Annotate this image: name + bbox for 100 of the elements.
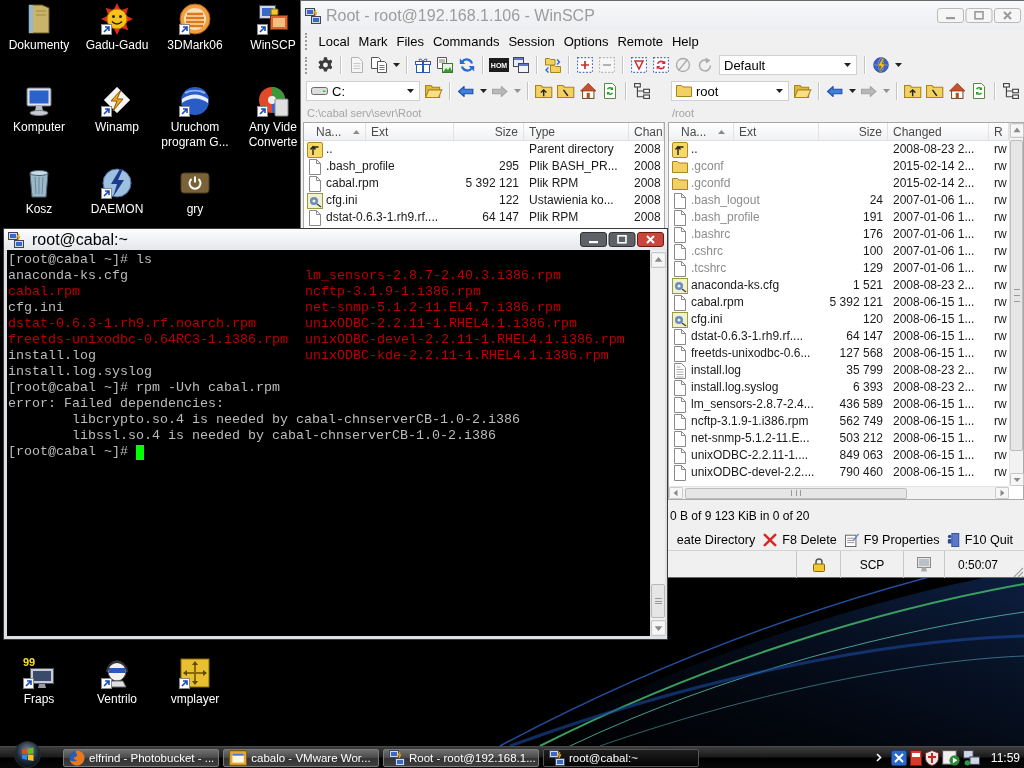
file-name[interactable]: .gconf bbox=[691, 158, 724, 175]
chevron-icon[interactable] bbox=[875, 753, 882, 762]
function-key-button[interactable]: F10 Quit bbox=[947, 533, 1013, 547]
caret-icon[interactable] bbox=[848, 89, 856, 93]
scroll-up-button[interactable] bbox=[1010, 123, 1024, 138]
scroll-right-button[interactable] bbox=[995, 487, 1009, 499]
file-name[interactable]: unixODBC-devel-2.2.... bbox=[691, 464, 815, 481]
file-name[interactable]: .bash_profile bbox=[691, 209, 760, 226]
menu-item[interactable]: Commands bbox=[428, 33, 504, 49]
function-key-button[interactable]: F9 Properties bbox=[844, 533, 940, 547]
file-name[interactable]: lm_sensors-2.8.7-2.4... bbox=[691, 396, 814, 413]
column-header[interactable]: Ext bbox=[366, 123, 454, 140]
file-name[interactable]: .. bbox=[326, 141, 333, 158]
desktop-shortcut[interactable]: gry bbox=[179, 167, 211, 217]
house-icon[interactable] bbox=[948, 83, 966, 99]
scroll-left-button[interactable] bbox=[669, 487, 683, 499]
caret-icon[interactable] bbox=[894, 63, 902, 67]
file-name[interactable]: install.log bbox=[691, 362, 742, 379]
taskbar-button[interactable]: cabalo - VMware Wor... bbox=[223, 748, 379, 767]
function-key-button[interactable]: eate Directory bbox=[676, 533, 756, 547]
gift-box-icon[interactable] bbox=[415, 57, 431, 73]
menu-item[interactable]: Mark bbox=[354, 33, 392, 49]
scroll-down-button[interactable] bbox=[651, 620, 666, 636]
desktop-shortcut[interactable]: 99 Fraps bbox=[23, 657, 55, 707]
scroll-down-button[interactable] bbox=[1010, 473, 1024, 486]
close-button[interactable] bbox=[637, 232, 664, 247]
menu-item[interactable]: Local bbox=[314, 33, 355, 49]
column-header[interactable]: Changed bbox=[888, 123, 989, 140]
vertical-scrollbar[interactable] bbox=[1009, 123, 1023, 486]
taskbar-button[interactable]: elfrind - Photobucket - ... bbox=[63, 748, 219, 767]
shield-icon[interactable] bbox=[924, 749, 939, 766]
folder-slash-icon[interactable] bbox=[557, 84, 575, 98]
taskbar-button[interactable]: root@cabal:~ bbox=[543, 748, 699, 767]
dropdown[interactable]: root bbox=[671, 81, 789, 101]
menu-item[interactable]: Remote bbox=[612, 33, 668, 49]
folder-open-icon[interactable] bbox=[794, 84, 812, 98]
desktop-shortcut[interactable]: Ventrilo bbox=[97, 657, 137, 707]
column-header[interactable]: Na... bbox=[304, 123, 366, 140]
menu-item[interactable]: Files bbox=[391, 33, 429, 49]
documents-icon[interactable] bbox=[371, 57, 387, 73]
file-name[interactable]: .. bbox=[691, 141, 698, 158]
column-header[interactable]: Size bbox=[454, 123, 524, 140]
horizontal-scrollbar[interactable] bbox=[669, 486, 1009, 499]
function-key-button[interactable]: F8 Delete bbox=[763, 533, 837, 547]
file-name[interactable]: ncftp-3.1.9-1.i386.rpm bbox=[691, 413, 809, 430]
folder-up-icon[interactable] bbox=[904, 84, 922, 98]
refresh-icon[interactable] bbox=[604, 83, 616, 99]
refresh-icon[interactable] bbox=[459, 57, 475, 73]
book-icon[interactable] bbox=[909, 749, 922, 766]
left-arrow-icon[interactable] bbox=[827, 85, 843, 97]
caret-icon[interactable] bbox=[392, 63, 400, 67]
file-name[interactable]: freetds-unixodbc-0.6... bbox=[691, 345, 811, 362]
filter-icon[interactable] bbox=[631, 57, 647, 73]
desktop-shortcut[interactable]: Komputer bbox=[13, 85, 65, 135]
file-name[interactable]: install.log.syslog bbox=[691, 379, 779, 396]
desktop-shortcut[interactable]: DAEMON bbox=[90, 167, 144, 217]
caret-icon[interactable] bbox=[479, 89, 487, 93]
desktop-shortcut[interactable]: Any Vide Converte bbox=[248, 85, 298, 150]
cross-tile-icon[interactable] bbox=[890, 749, 907, 766]
play-icon[interactable] bbox=[941, 749, 960, 766]
file-name[interactable]: cabal.rpm bbox=[691, 294, 744, 311]
minimize-button[interactable] bbox=[580, 232, 607, 247]
plus-icon[interactable] bbox=[577, 57, 593, 73]
menu-item[interactable]: Options bbox=[559, 33, 613, 49]
vertical-scrollbar[interactable] bbox=[650, 250, 665, 636]
gear-icon[interactable] bbox=[317, 57, 333, 73]
file-name[interactable]: dstat-0.6.3-1.rh9.rf.... bbox=[691, 328, 804, 345]
desktop-shortcut[interactable]: Uruchom program G... bbox=[157, 85, 233, 150]
file-name[interactable]: .bash_logout bbox=[691, 192, 760, 209]
document-picture-icon[interactable] bbox=[437, 57, 453, 73]
desktop-shortcut[interactable]: Kosz bbox=[23, 167, 55, 217]
file-name[interactable]: .cshrc bbox=[691, 243, 723, 260]
desktop-shortcut[interactable]: Winamp bbox=[95, 85, 139, 135]
tree-icon[interactable] bbox=[634, 83, 650, 99]
scrollbar-thumb[interactable] bbox=[651, 584, 665, 618]
folder-open-icon[interactable] bbox=[425, 84, 443, 98]
left-arrow-icon[interactable] bbox=[458, 85, 474, 97]
desktop-shortcut[interactable]: Dokumenty bbox=[8, 3, 70, 53]
file-name[interactable]: cabal.rpm bbox=[326, 175, 379, 192]
windows-icon[interactable] bbox=[513, 57, 529, 73]
network-icon[interactable] bbox=[962, 749, 980, 766]
file-name[interactable]: .gconfd bbox=[691, 175, 731, 192]
dropdown[interactable]: C: bbox=[306, 81, 420, 101]
taskbar-button[interactable]: Root - root@192.168.1... bbox=[383, 748, 539, 767]
scrollbar-thumb[interactable] bbox=[685, 487, 907, 499]
desktop-shortcut[interactable]: 3DMark06 bbox=[167, 3, 223, 53]
globe-lightning-icon[interactable] bbox=[873, 57, 889, 73]
file-name[interactable]: .bash_profile bbox=[326, 158, 395, 175]
desktop-shortcut[interactable]: WinSCP bbox=[250, 3, 296, 53]
dropdown[interactable]: Default bbox=[719, 55, 857, 75]
maximize-button[interactable] bbox=[608, 232, 636, 247]
file-name[interactable]: cfg.ini bbox=[691, 311, 723, 328]
column-header[interactable]: Ext bbox=[734, 123, 819, 140]
house-icon[interactable] bbox=[579, 83, 597, 99]
file-name[interactable]: anaconda-ks.cfg bbox=[691, 277, 780, 294]
scrollbar-thumb[interactable] bbox=[1010, 140, 1023, 451]
column-header[interactable]: Size bbox=[819, 123, 888, 140]
scroll-up-button[interactable] bbox=[651, 252, 666, 268]
file-name[interactable]: dstat-0.6.3-1.rh9.rf.... bbox=[326, 209, 439, 226]
folders-icon[interactable] bbox=[545, 57, 561, 73]
